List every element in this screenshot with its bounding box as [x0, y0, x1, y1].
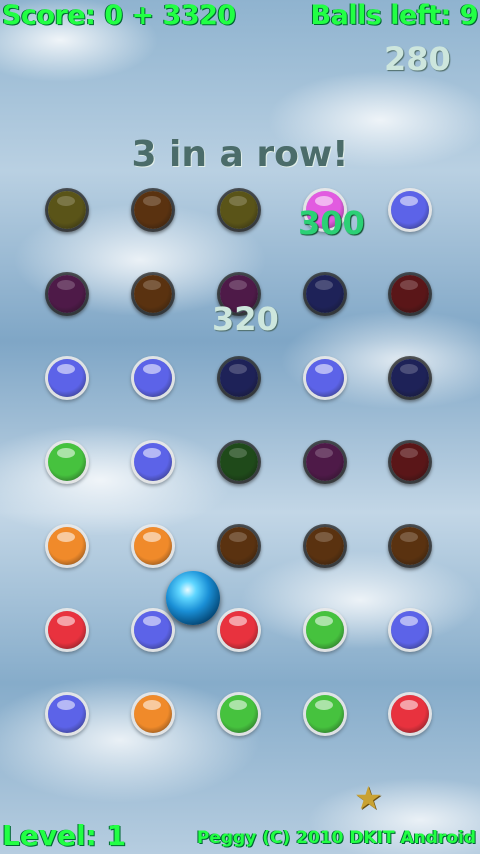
peg [48, 695, 86, 733]
peg [134, 611, 172, 649]
peg-hit [391, 443, 429, 481]
peg [134, 443, 172, 481]
star-icon[interactable]: ★ [354, 782, 383, 814]
peg-hit [391, 359, 429, 397]
peg-hit [306, 527, 344, 565]
peg-hit [391, 527, 429, 565]
points-popup: 280 [384, 40, 451, 78]
score-display: Score: 0 + 3320 [2, 0, 236, 31]
copyright-credit: Peggy (C) 2010 DKIT Android [196, 828, 476, 848]
peg-hit [220, 443, 258, 481]
peg [48, 527, 86, 565]
peg-hit [306, 275, 344, 313]
peg-hit [306, 443, 344, 481]
peg-hit [220, 527, 258, 565]
points-popup: 300 [298, 204, 365, 242]
peg-hit [48, 275, 86, 313]
player-ball[interactable] [166, 571, 220, 625]
peg-hit [134, 191, 172, 229]
peg-hit [220, 191, 258, 229]
level-display: Level: 1 [2, 819, 127, 852]
peg [48, 359, 86, 397]
peg [306, 695, 344, 733]
peg [220, 611, 258, 649]
peg [391, 695, 429, 733]
combo-message: 3 in a row! [131, 134, 349, 175]
peg [220, 695, 258, 733]
peg-hit [48, 191, 86, 229]
peg [48, 611, 86, 649]
peg [48, 443, 86, 481]
peg-hit [220, 359, 258, 397]
peg [306, 611, 344, 649]
peg-hit [391, 275, 429, 313]
peg [391, 611, 429, 649]
balls-left-display: Balls left: 9 [310, 0, 479, 31]
peg [134, 527, 172, 565]
peg [391, 191, 429, 229]
peg-hit [134, 275, 172, 313]
points-popup: 320 [212, 300, 279, 338]
peg [134, 359, 172, 397]
peg [134, 695, 172, 733]
peg [306, 359, 344, 397]
